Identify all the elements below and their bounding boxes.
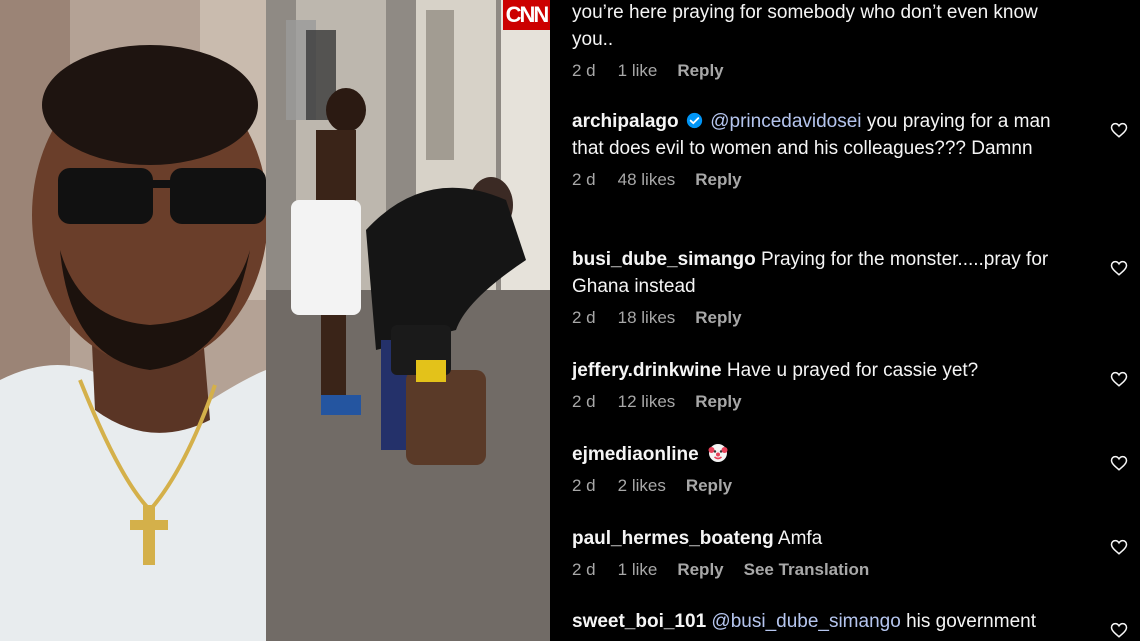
reply-button[interactable]: Reply — [695, 170, 741, 190]
comment-username[interactable]: ejmediaonline — [572, 444, 699, 465]
comment-text: paul_hermes_boateng Amfa — [572, 525, 1062, 552]
comment-meta: 2 d 48 likes Reply — [572, 170, 1132, 190]
clown-face-icon — [708, 444, 728, 462]
reply-button[interactable]: Reply — [695, 308, 741, 328]
comment-time: 2 d — [572, 476, 596, 495]
comment-likes[interactable]: 1 like — [618, 560, 658, 580]
comment-body: you’re here praying for somebody who don… — [572, 2, 1038, 50]
comment-time: 2 d — [572, 170, 596, 189]
comment-time: 2 d — [572, 61, 596, 80]
like-heart-icon[interactable] — [1110, 454, 1128, 472]
comment-body: Amfa — [777, 528, 823, 549]
portrait-illustration — [0, 0, 266, 641]
comment-text: archipalago @princedavidosei you praying… — [572, 108, 1062, 162]
comment-username[interactable]: jeffery.drinkwine — [572, 360, 722, 381]
like-heart-icon[interactable] — [1110, 621, 1128, 639]
comment-username[interactable]: sweet_boi_101 — [572, 611, 706, 632]
like-heart-icon[interactable] — [1110, 538, 1128, 556]
verified-badge-icon — [686, 112, 703, 129]
reply-button[interactable]: Reply — [695, 392, 741, 412]
comment-text: sweet_boi_101 @busi_dube_simango his gov… — [572, 608, 1062, 635]
comment-meta: 2 d 2 likes Reply — [572, 476, 1132, 496]
cnn-logo: CNN — [503, 0, 550, 30]
comment-body: Have u prayed for cassie yet? — [726, 360, 979, 381]
comment-text: you’re here praying for somebody who don… — [572, 0, 1062, 53]
comment-likes[interactable]: 1 like — [618, 61, 658, 81]
comment-item: ejmediaonline 2 d 2 likes Reply — [572, 441, 1132, 496]
comment-item: paul_hermes_boateng Amfa 2 d 1 like Repl… — [572, 525, 1132, 580]
comment-meta: 2 d 1 like Reply See Translation — [572, 560, 1132, 580]
mention-link[interactable]: @princedavidosei — [710, 111, 861, 132]
comment-likes[interactable]: 2 likes — [618, 476, 666, 496]
comment-body: his government — [906, 611, 1036, 632]
comment-time: 2 d — [572, 392, 596, 411]
comments-panel: you’re here praying for somebody who don… — [550, 0, 1140, 641]
comment-username[interactable]: busi_dube_simango — [572, 249, 756, 270]
reply-button[interactable]: Reply — [686, 476, 732, 496]
comment-item: sweet_boi_101 @busi_dube_simango his gov… — [572, 608, 1132, 635]
comment-time: 2 d — [572, 560, 596, 579]
comment-meta: 2 d 1 like Reply — [572, 61, 1132, 81]
comment-likes[interactable]: 18 likes — [618, 308, 676, 328]
mention-link[interactable]: @busi_dube_simango — [711, 611, 900, 632]
comment-item: you’re here praying for somebody who don… — [572, 0, 1132, 81]
comment-username[interactable]: archipalago — [572, 111, 679, 132]
video-frame: CNN — [266, 0, 550, 641]
comment-text: ejmediaonline — [572, 441, 1062, 468]
comment-item: archipalago @princedavidosei you praying… — [572, 108, 1132, 190]
comment-time: 2 d — [572, 308, 596, 327]
comment-item: busi_dube_simango Praying for the monste… — [572, 246, 1132, 328]
reply-button[interactable]: Reply — [677, 61, 723, 81]
comment-meta: 2 d 18 likes Reply — [572, 308, 1132, 328]
see-translation-button[interactable]: See Translation — [744, 560, 870, 580]
comment-meta: 2 d 12 likes Reply — [572, 392, 1132, 412]
comment-username[interactable]: paul_hermes_boateng — [572, 528, 774, 549]
comment-likes[interactable]: 48 likes — [618, 170, 676, 190]
comment-text: busi_dube_simango Praying for the monste… — [572, 246, 1062, 300]
surveillance-scene — [266, 0, 550, 641]
comment-text: jeffery.drinkwine Have u prayed for cass… — [572, 357, 1062, 384]
reply-button[interactable]: Reply — [677, 560, 723, 580]
like-heart-icon[interactable] — [1110, 370, 1128, 388]
like-heart-icon[interactable] — [1110, 121, 1128, 139]
comment-item: jeffery.drinkwine Have u prayed for cass… — [572, 357, 1132, 412]
like-heart-icon[interactable] — [1110, 259, 1128, 277]
photo-man-sunglasses — [0, 0, 266, 641]
comment-likes[interactable]: 12 likes — [618, 392, 676, 412]
